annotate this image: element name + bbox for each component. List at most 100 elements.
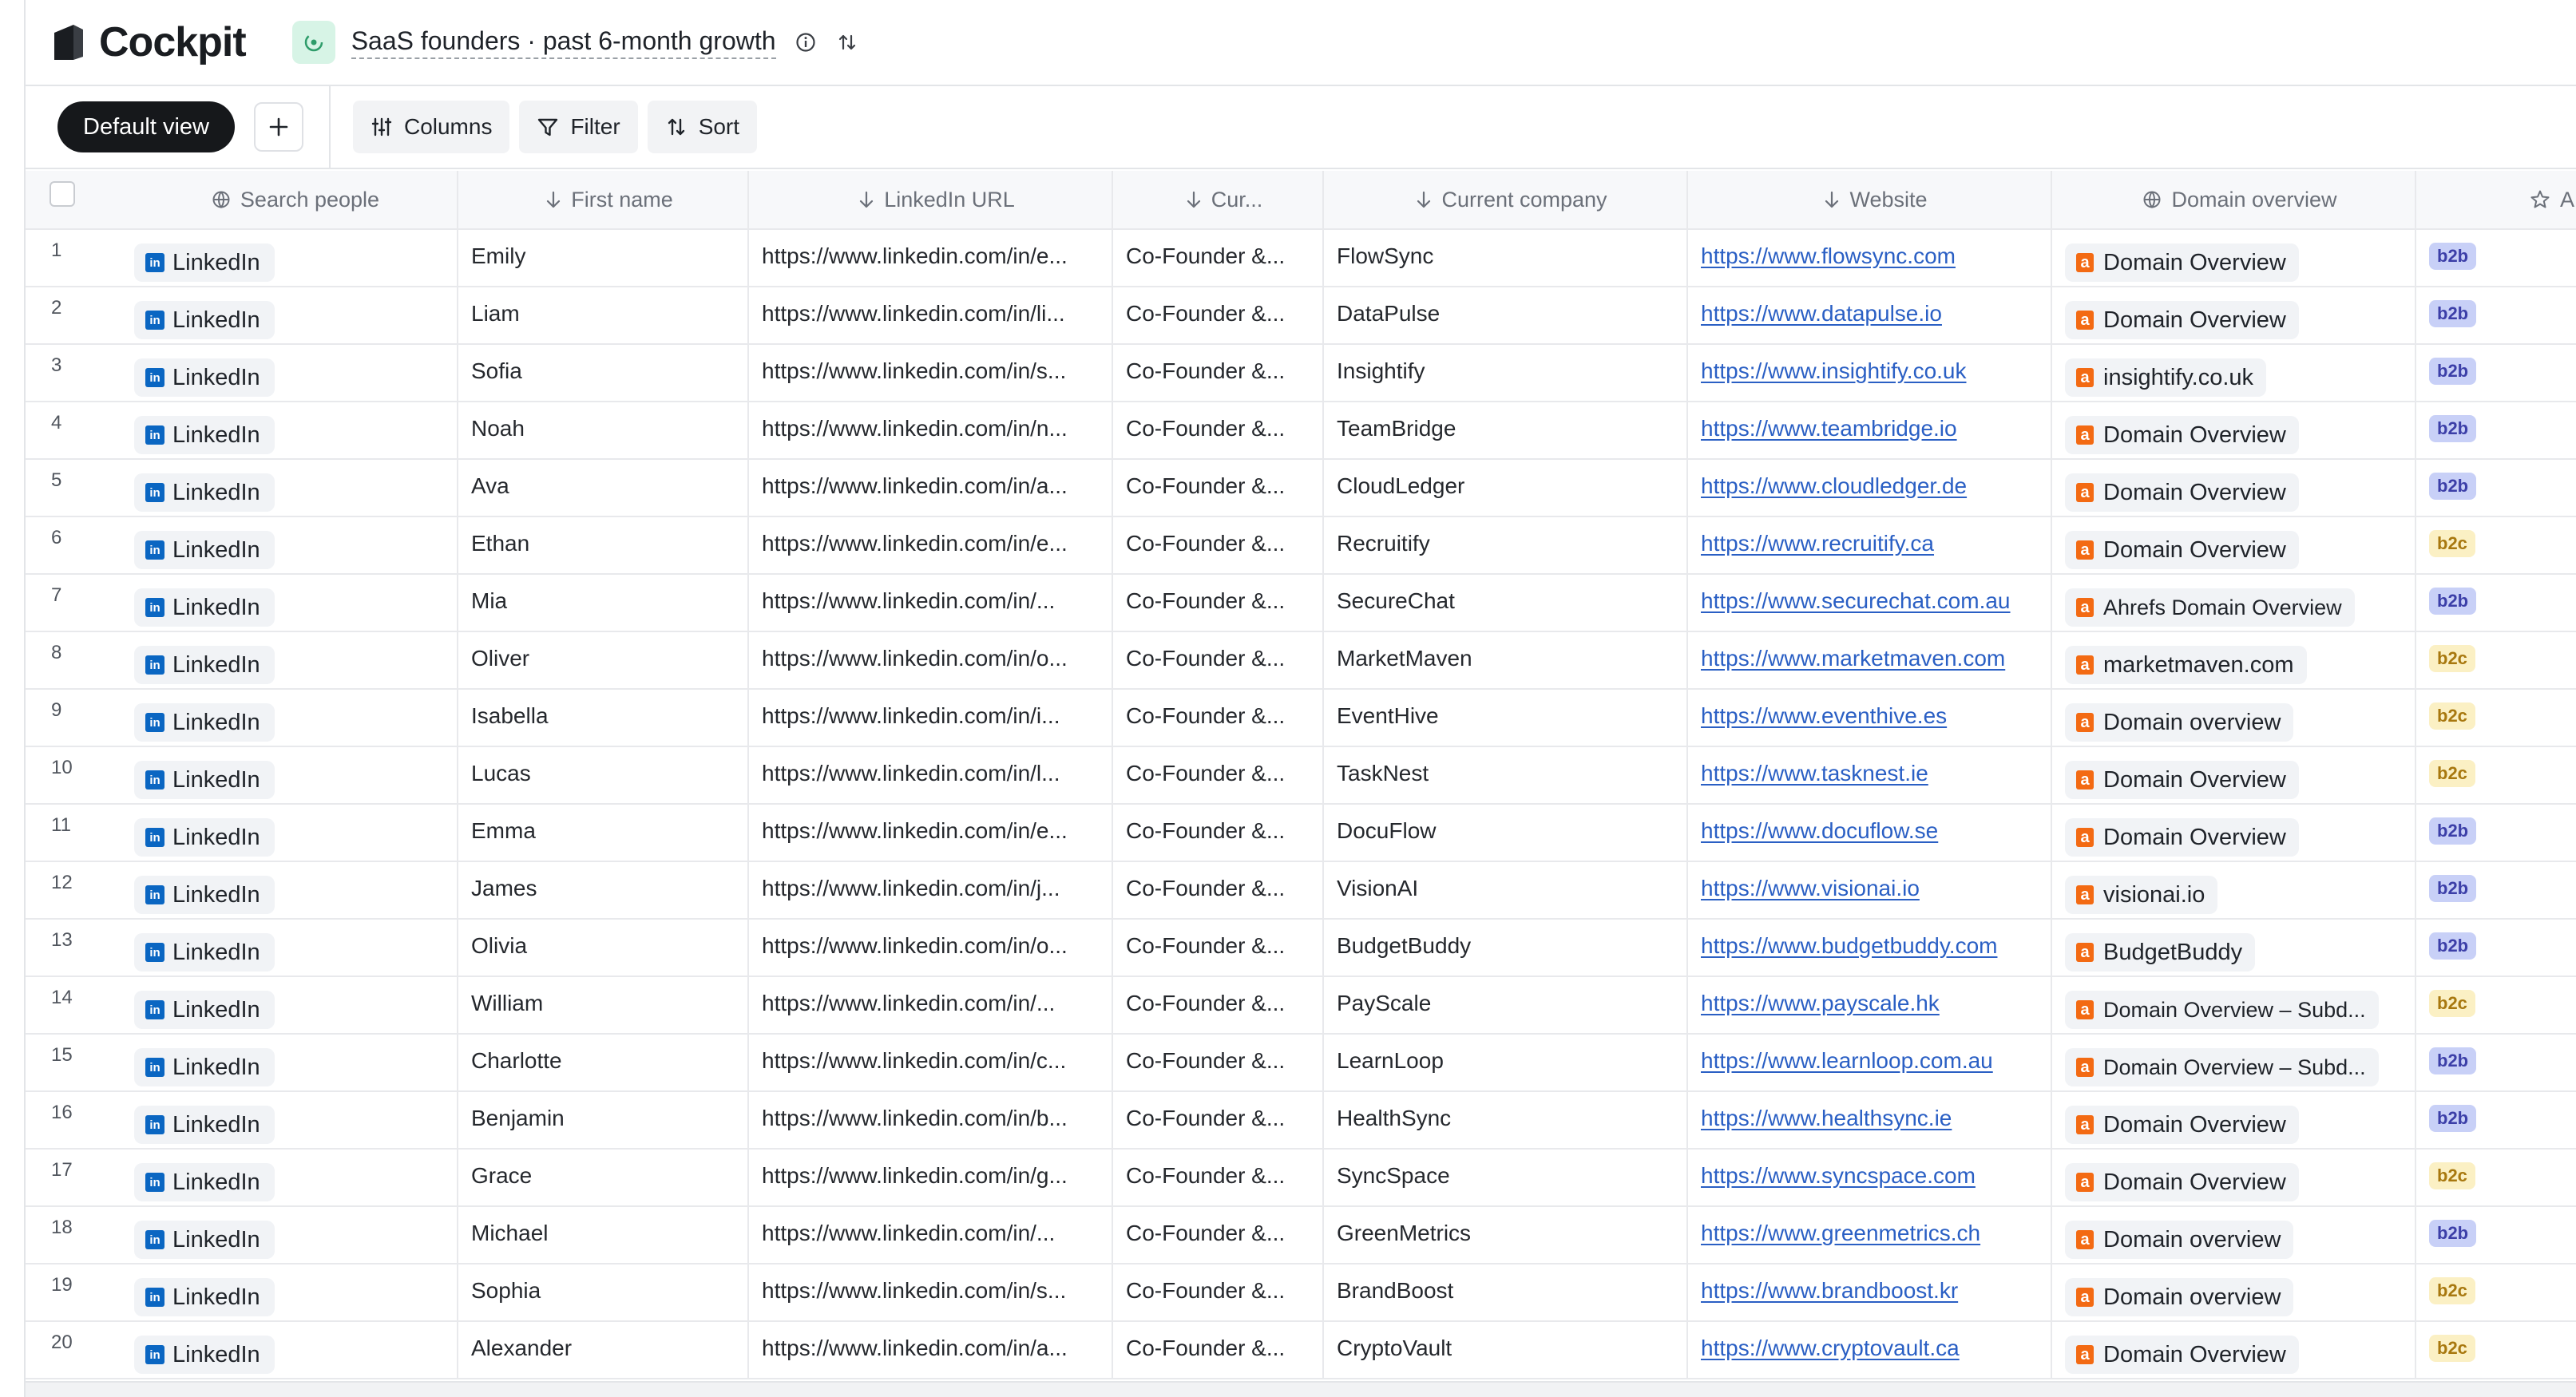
segment-cell[interactable]: b2b bbox=[2416, 1207, 2576, 1263]
segment-cell[interactable]: b2c bbox=[2416, 632, 2576, 688]
website-link[interactable]: https://www.healthsync.ie bbox=[1701, 1106, 1952, 1131]
domain-overview-chip[interactable]: a Domain overview bbox=[2065, 703, 2294, 742]
domain-overview-chip[interactable]: a BudgetBuddy bbox=[2065, 933, 2256, 972]
table-row[interactable]: 8 in LinkedIn Oliver https://www.linkedin.co… bbox=[26, 632, 2576, 690]
linkedin-url-cell[interactable]: https://www.linkedin.com/in/o... bbox=[749, 632, 1113, 688]
first-name-cell[interactable]: Benjamin bbox=[458, 1092, 749, 1148]
website-link[interactable]: https://www.syncspace.com bbox=[1701, 1163, 1976, 1189]
current-title-cell[interactable]: Co-Founder &... bbox=[1113, 230, 1324, 286]
current-company-cell[interactable]: GreenMetrics bbox=[1324, 1207, 1688, 1263]
segment-cell[interactable]: b2c bbox=[2416, 747, 2576, 803]
website-link[interactable]: https://www.teambridge.io bbox=[1701, 416, 1957, 441]
current-company-cell[interactable]: SyncSpace bbox=[1324, 1150, 1688, 1205]
table-row[interactable]: 18 in LinkedIn Michael https://www.linkedin.… bbox=[26, 1207, 2576, 1264]
column-header-website[interactable]: Website bbox=[1688, 171, 2052, 228]
linkedin-url-cell[interactable]: https://www.linkedin.com/in/j... bbox=[749, 862, 1113, 918]
linkedin-chip[interactable]: in LinkedIn bbox=[134, 473, 275, 512]
website-link[interactable]: https://www.recruitify.ca bbox=[1701, 531, 1934, 556]
domain-overview-chip[interactable]: a visionai.io bbox=[2065, 876, 2218, 914]
table-row[interactable]: 11 in LinkedIn Emma https://www.linkedin.com… bbox=[26, 805, 2576, 862]
current-company-cell[interactable]: DocuFlow bbox=[1324, 805, 1688, 861]
first-name-cell[interactable]: Noah bbox=[458, 402, 749, 458]
current-title-cell[interactable]: Co-Founder &... bbox=[1113, 920, 1324, 976]
column-header-first-name[interactable]: First name bbox=[458, 171, 749, 228]
current-title-cell[interactable]: Co-Founder &... bbox=[1113, 747, 1324, 803]
current-company-cell[interactable]: FlowSync bbox=[1324, 230, 1688, 286]
website-link[interactable]: https://www.payscale.hk bbox=[1701, 991, 1940, 1016]
current-title-cell[interactable]: Co-Founder &... bbox=[1113, 402, 1324, 458]
website-link[interactable]: https://www.eventhive.es bbox=[1701, 703, 1947, 729]
domain-overview-chip[interactable]: a Domain Overview bbox=[2065, 243, 2299, 282]
domain-overview-chip[interactable]: a Domain overview bbox=[2065, 1278, 2294, 1316]
domain-overview-chip[interactable]: a Ahrefs Domain Overview bbox=[2065, 588, 2355, 627]
table-row[interactable]: 13 in LinkedIn Olivia https://www.linkedin.c… bbox=[26, 920, 2576, 977]
domain-overview-chip[interactable]: a Domain Overview bbox=[2065, 761, 2299, 799]
current-title-cell[interactable]: Co-Founder &... bbox=[1113, 517, 1324, 573]
segment-cell[interactable]: b2c bbox=[2416, 977, 2576, 1033]
current-title-cell[interactable]: Co-Founder &... bbox=[1113, 862, 1324, 918]
first-name-cell[interactable]: Ava bbox=[458, 460, 749, 516]
segment-cell[interactable]: b2b bbox=[2416, 1035, 2576, 1090]
linkedin-chip[interactable]: in LinkedIn bbox=[134, 416, 275, 454]
website-link[interactable]: https://www.insightify.co.uk bbox=[1701, 358, 1967, 384]
current-company-cell[interactable]: Recruitify bbox=[1324, 517, 1688, 573]
first-name-cell[interactable]: Ethan bbox=[458, 517, 749, 573]
linkedin-chip[interactable]: in LinkedIn bbox=[134, 301, 275, 339]
table-row[interactable]: 6 in LinkedIn Ethan https://www.linkedin.com… bbox=[26, 517, 2576, 575]
linkedin-url-cell[interactable]: https://www.linkedin.com/in/e... bbox=[749, 517, 1113, 573]
current-company-cell[interactable]: BrandBoost bbox=[1324, 1264, 1688, 1320]
current-company-cell[interactable]: DataPulse bbox=[1324, 287, 1688, 343]
segment-cell[interactable]: b2b bbox=[2416, 287, 2576, 343]
linkedin-chip[interactable]: in LinkedIn bbox=[134, 933, 275, 972]
linkedin-chip[interactable]: in LinkedIn bbox=[134, 1048, 275, 1086]
segment-cell[interactable]: b2c bbox=[2416, 690, 2576, 746]
sort-button[interactable]: Sort bbox=[647, 101, 758, 153]
linkedin-chip[interactable]: in LinkedIn bbox=[134, 1336, 275, 1374]
domain-overview-chip[interactable]: a Domain Overview – Subd... bbox=[2065, 991, 2379, 1029]
current-company-cell[interactable]: BudgetBuddy bbox=[1324, 920, 1688, 976]
current-company-cell[interactable]: SecureChat bbox=[1324, 575, 1688, 631]
current-company-cell[interactable]: TeamBridge bbox=[1324, 402, 1688, 458]
linkedin-url-cell[interactable]: https://www.linkedin.com/in/... bbox=[749, 977, 1113, 1033]
linkedin-url-cell[interactable]: https://www.linkedin.com/in/l... bbox=[749, 747, 1113, 803]
domain-overview-chip[interactable]: a Domain Overview bbox=[2065, 531, 2299, 569]
linkedin-chip[interactable]: in LinkedIn bbox=[134, 876, 275, 914]
first-name-cell[interactable]: James bbox=[458, 862, 749, 918]
first-name-cell[interactable]: Emily bbox=[458, 230, 749, 286]
website-link[interactable]: https://www.budgetbuddy.com bbox=[1701, 933, 1997, 959]
domain-overview-chip[interactable]: a Domain overview bbox=[2065, 1221, 2294, 1259]
table-title[interactable]: SaaS founders · past 6-month growth bbox=[351, 26, 776, 59]
current-company-cell[interactable]: LearnLoop bbox=[1324, 1035, 1688, 1090]
first-name-cell[interactable]: Emma bbox=[458, 805, 749, 861]
domain-overview-chip[interactable]: a Domain Overview bbox=[2065, 473, 2299, 512]
segment-cell[interactable]: b2b bbox=[2416, 575, 2576, 631]
segment-cell[interactable]: b2b bbox=[2416, 460, 2576, 516]
current-title-cell[interactable]: Co-Founder &... bbox=[1113, 632, 1324, 688]
website-link[interactable]: https://www.flowsync.com bbox=[1701, 243, 1956, 269]
website-link[interactable]: https://www.securechat.com.au bbox=[1701, 588, 2011, 614]
website-link[interactable]: https://www.brandboost.kr bbox=[1701, 1278, 1958, 1304]
info-icon[interactable] bbox=[794, 30, 818, 54]
linkedin-url-cell[interactable]: https://www.linkedin.com/in/li... bbox=[749, 287, 1113, 343]
linkedin-chip[interactable]: in LinkedIn bbox=[134, 531, 275, 569]
current-title-cell[interactable]: Co-Founder &... bbox=[1113, 287, 1324, 343]
current-company-cell[interactable]: CloudLedger bbox=[1324, 460, 1688, 516]
first-name-cell[interactable]: Olivia bbox=[458, 920, 749, 976]
first-name-cell[interactable]: Michael bbox=[458, 1207, 749, 1263]
segment-cell[interactable]: b2b bbox=[2416, 230, 2576, 286]
linkedin-url-cell[interactable]: https://www.linkedin.com/in/c... bbox=[749, 1035, 1113, 1090]
first-name-cell[interactable]: Grace bbox=[458, 1150, 749, 1205]
first-name-cell[interactable]: Oliver bbox=[458, 632, 749, 688]
linkedin-chip[interactable]: in LinkedIn bbox=[134, 243, 275, 282]
filter-button[interactable]: Filter bbox=[519, 101, 638, 153]
website-link[interactable]: https://www.docuflow.se bbox=[1701, 818, 1938, 844]
linkedin-url-cell[interactable]: https://www.linkedin.com/in/n... bbox=[749, 402, 1113, 458]
linkedin-url-cell[interactable]: https://www.linkedin.com/in/a... bbox=[749, 1322, 1113, 1378]
linkedin-url-cell[interactable]: https://www.linkedin.com/in/s... bbox=[749, 1264, 1113, 1320]
domain-overview-chip[interactable]: a Domain Overview bbox=[2065, 416, 2299, 454]
current-company-cell[interactable]: CryptoVault bbox=[1324, 1322, 1688, 1378]
current-company-cell[interactable]: VisionAI bbox=[1324, 862, 1688, 918]
first-name-cell[interactable]: Charlotte bbox=[458, 1035, 749, 1090]
domain-overview-chip[interactable]: a Domain Overview bbox=[2065, 818, 2299, 857]
app-logo[interactable]: Cockpit bbox=[50, 18, 247, 66]
